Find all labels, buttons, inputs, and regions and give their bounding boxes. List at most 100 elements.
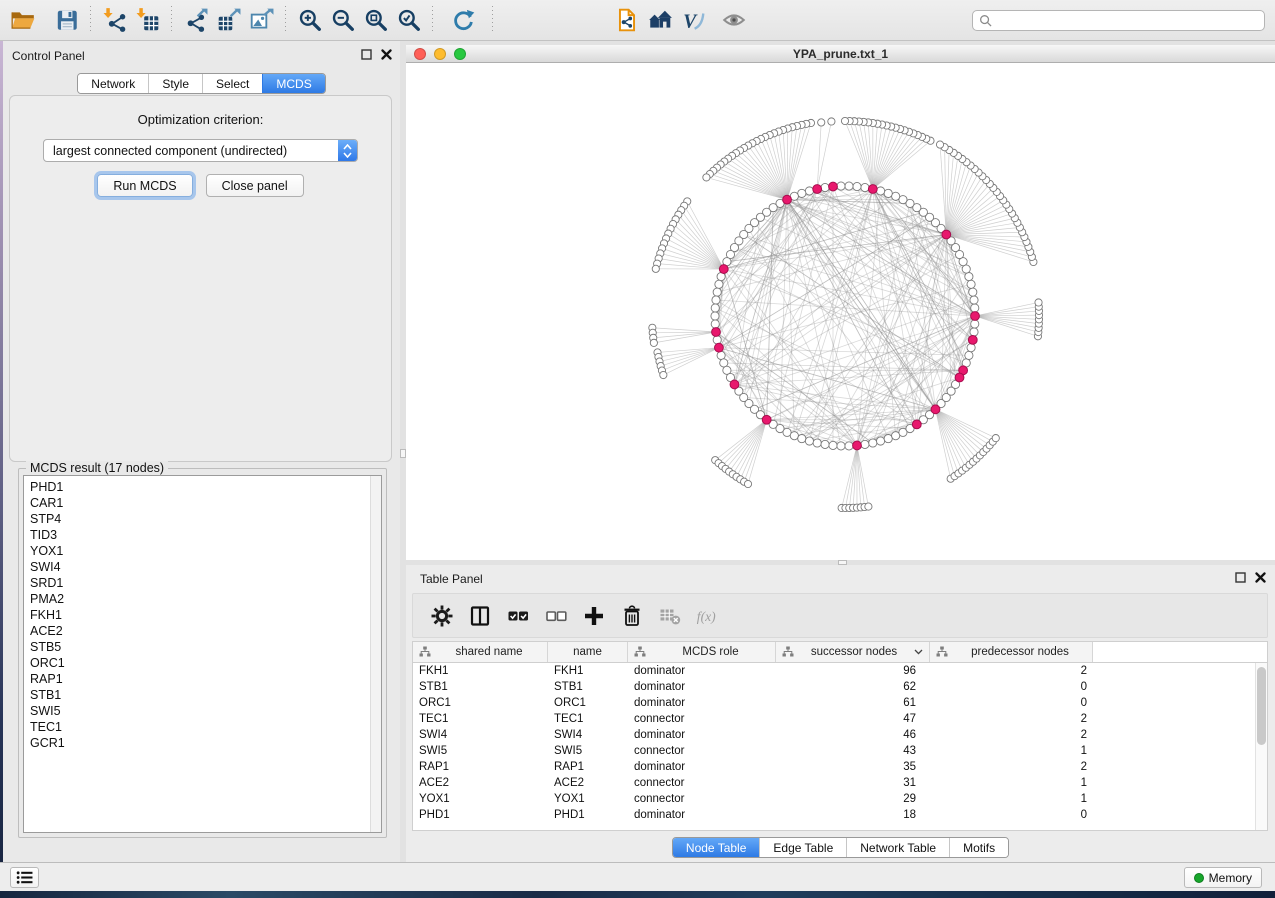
mcds-result-item[interactable]: SWI4 xyxy=(30,559,381,575)
table-row[interactable]: STB1STB1dominator620 xyxy=(413,679,1255,695)
mcds-hub-node[interactable] xyxy=(942,230,951,239)
leaf-node[interactable] xyxy=(652,265,659,272)
network-node[interactable] xyxy=(713,288,721,296)
mcds-result-item[interactable]: FKH1 xyxy=(30,607,381,623)
mcds-result-item[interactable]: GCR1 xyxy=(30,735,381,751)
sort-chevron-icon[interactable] xyxy=(914,648,923,656)
leaf-node[interactable] xyxy=(660,371,667,378)
network-node[interactable] xyxy=(876,437,884,445)
network-node[interactable] xyxy=(821,183,829,191)
criterion-dropdown[interactable]: largest connected component (undirected) xyxy=(43,139,358,162)
network-node[interactable] xyxy=(967,280,975,288)
network-node[interactable] xyxy=(967,344,975,352)
network-node[interactable] xyxy=(798,189,806,197)
network-node[interactable] xyxy=(969,288,977,296)
leaf-node[interactable] xyxy=(744,480,751,487)
mcds-result-item[interactable]: CAR1 xyxy=(30,495,381,511)
leaf-node[interactable] xyxy=(865,503,872,510)
leaf-node[interactable] xyxy=(936,141,943,148)
import-table-button[interactable] xyxy=(131,3,164,37)
table-row[interactable]: SWI5SWI5connector431 xyxy=(413,743,1255,759)
mcds-hub-node[interactable] xyxy=(762,415,771,424)
leaf-node[interactable] xyxy=(1035,299,1042,306)
column-header-successor-nodes[interactable]: successor nodes xyxy=(776,642,930,662)
export-table-button[interactable] xyxy=(212,3,245,37)
table-row[interactable]: ORC1ORC1dominator610 xyxy=(413,695,1255,711)
network-node[interactable] xyxy=(805,187,813,195)
mcds-result-item[interactable]: STB5 xyxy=(30,639,381,655)
mcds-result-item[interactable]: PMA2 xyxy=(30,591,381,607)
network-node[interactable] xyxy=(892,192,900,200)
zoom-out-button[interactable] xyxy=(326,3,359,37)
mcds-result-item[interactable]: SWI5 xyxy=(30,703,381,719)
network-from-file-button[interactable] xyxy=(610,3,643,37)
show-column-button[interactable] xyxy=(461,599,499,633)
import-network-button[interactable] xyxy=(98,3,131,37)
mcds-hub-node[interactable] xyxy=(829,182,838,191)
task-history-button[interactable] xyxy=(10,867,39,888)
leaf-node[interactable] xyxy=(703,174,710,181)
table-row[interactable]: RAP1RAP1dominator352 xyxy=(413,759,1255,775)
mcds-result-item[interactable]: TEC1 xyxy=(30,719,381,735)
network-node[interactable] xyxy=(845,442,853,450)
mcds-hub-node[interactable] xyxy=(912,420,921,429)
close-panel-icon[interactable] xyxy=(381,49,392,60)
show-hide-button[interactable] xyxy=(717,3,750,37)
select-all-button[interactable] xyxy=(499,599,537,633)
mcds-result-item[interactable]: ACE2 xyxy=(30,623,381,639)
network-node[interactable] xyxy=(971,304,979,312)
table-row[interactable]: SWI4SWI4dominator462 xyxy=(413,727,1255,743)
column-header-MCDS-role[interactable]: MCDS role xyxy=(628,642,776,662)
mcds-result-item[interactable]: SRD1 xyxy=(30,575,381,591)
column-header-shared-name[interactable]: shared name xyxy=(413,642,548,662)
scrollbar-thumb[interactable] xyxy=(1257,667,1266,745)
table-row[interactable]: ACE2ACE2connector311 xyxy=(413,775,1255,791)
open-session-button[interactable] xyxy=(6,3,39,37)
mcds-result-item[interactable]: RAP1 xyxy=(30,671,381,687)
mcds-hub-node[interactable] xyxy=(968,335,977,344)
home-button[interactable] xyxy=(643,3,676,37)
tab-network[interactable]: Network xyxy=(78,74,148,93)
mcds-list-scrollbar[interactable] xyxy=(370,476,381,832)
network-node[interactable] xyxy=(884,435,892,443)
save-session-button[interactable] xyxy=(50,3,83,37)
table-settings-button[interactable] xyxy=(423,599,461,633)
network-node[interactable] xyxy=(861,183,869,191)
network-node[interactable] xyxy=(821,440,829,448)
network-node[interactable] xyxy=(829,441,837,449)
float-panel-icon[interactable] xyxy=(361,49,372,60)
network-node[interactable] xyxy=(861,440,869,448)
mcds-hub-node[interactable] xyxy=(712,328,721,337)
leaf-node[interactable] xyxy=(818,119,825,126)
tab-mcds[interactable]: MCDS xyxy=(262,74,324,93)
export-image-button[interactable] xyxy=(245,3,278,37)
unselect-all-button[interactable] xyxy=(537,599,575,633)
mcds-result-item[interactable]: ORC1 xyxy=(30,655,381,671)
tab-motifs[interactable]: Motifs xyxy=(949,838,1008,857)
export-network-button[interactable] xyxy=(179,3,212,37)
network-node[interactable] xyxy=(971,320,979,328)
table-row[interactable]: TEC1TEC1connector472 xyxy=(413,711,1255,727)
network-node[interactable] xyxy=(965,272,973,280)
mcds-hub-node[interactable] xyxy=(853,441,862,450)
mcds-result-item[interactable]: STP4 xyxy=(30,511,381,527)
mcds-result-item[interactable]: YOX1 xyxy=(30,543,381,559)
network-node[interactable] xyxy=(713,336,721,344)
run-mcds-button[interactable]: Run MCDS xyxy=(97,174,192,197)
network-node[interactable] xyxy=(837,442,845,450)
zoom-fit-button[interactable] xyxy=(359,3,392,37)
leaf-node[interactable] xyxy=(650,339,657,346)
mcds-hub-node[interactable] xyxy=(715,343,724,352)
mcds-hub-node[interactable] xyxy=(955,373,964,382)
refresh-button[interactable] xyxy=(446,3,479,37)
network-graph[interactable] xyxy=(406,63,1275,560)
column-header-name[interactable]: name xyxy=(548,642,628,662)
mcds-result-item[interactable]: STB1 xyxy=(30,687,381,703)
network-node[interactable] xyxy=(970,296,978,304)
zoom-selected-button[interactable] xyxy=(392,3,425,37)
mcds-hub-node[interactable] xyxy=(730,380,739,389)
network-node[interactable] xyxy=(790,432,798,440)
mcds-hub-node[interactable] xyxy=(931,405,940,414)
add-row-button[interactable] xyxy=(575,599,613,633)
mcds-hub-node[interactable] xyxy=(719,265,728,274)
